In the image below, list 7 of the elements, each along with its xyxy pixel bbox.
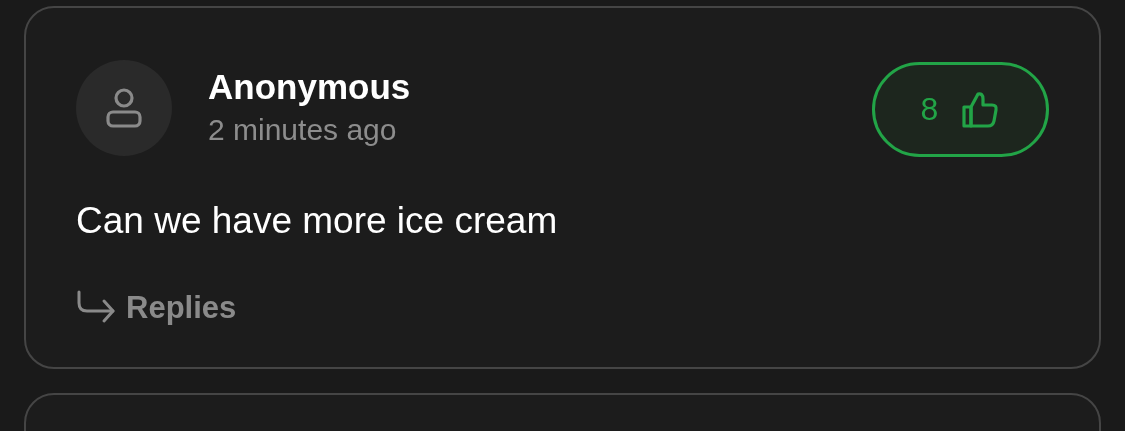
replies-button[interactable]: Replies bbox=[76, 289, 237, 327]
thumbs-up-icon bbox=[960, 89, 1001, 130]
like-button[interactable]: 8 bbox=[872, 62, 1049, 157]
user-icon bbox=[104, 85, 144, 130]
timestamp: 2 minutes ago bbox=[208, 111, 398, 148]
author-name: Anonymous bbox=[208, 65, 412, 108]
comment-text: Can we have more ice cream bbox=[76, 199, 559, 243]
